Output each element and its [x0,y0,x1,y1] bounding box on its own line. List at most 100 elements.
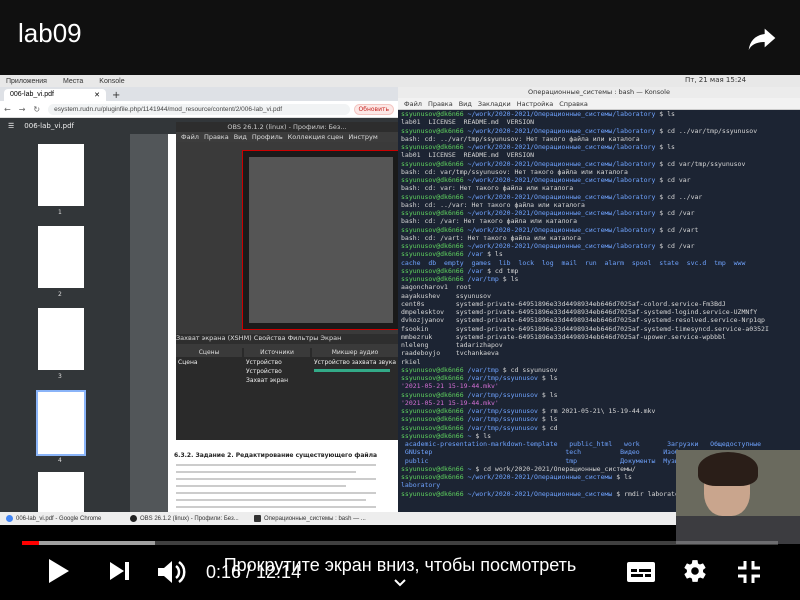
terminal-line: bash: cd: ../var/tmp/ssyunusov: Нет тако… [401,135,797,143]
pdf-thumbnail[interactable] [38,144,84,206]
terminal-text: public tmp Документы Музыка [401,456,687,465]
obs-menu-edit[interactable]: Правка [204,133,229,141]
konsole-menu-edit[interactable]: Правка [428,100,453,108]
terminal-prompt: ssyunusov@dk6n66 [401,365,468,374]
webcam-overlay [676,450,800,544]
terminal-text: cent0s systemd-private-64951896e33d44989… [401,299,726,308]
menu-places[interactable]: Места [63,78,83,85]
terminal-command: $ ls [537,415,558,424]
source-item[interactable]: Устройство [246,368,282,375]
taskbar-item-konsole[interactable]: Операционные_системы : bash — ... [254,515,372,522]
terminal-command: $ ls [655,110,675,118]
terminal-line: raadeboyjo tvchankaeva [401,349,797,357]
terminal-command: $ ls [537,374,558,382]
obs-menu-view[interactable]: Вид [234,133,247,141]
obs-menu-file[interactable]: Файл [181,133,199,141]
play-icon[interactable] [46,557,72,585]
taskbar-item-obs[interactable]: OBS 26.1.2 (linux) - Профили: Без... [130,515,248,522]
terminal-prompt: ssyunusov@dk6n66 [401,415,468,424]
terminal-command: $ cd ssyunusov [498,365,558,374]
obs-menu-tools[interactable]: Инструм [348,133,377,141]
terminal-text: aagoncharov1 root [401,283,472,292]
pdf-thumbnail-active[interactable] [36,390,86,456]
terminal-text: '2021-05-21 15-19-44.mkv' [401,398,499,407]
hamburger-icon[interactable]: ☰ [8,122,14,130]
next-icon[interactable] [108,560,132,582]
source-item[interactable]: Захват экран [246,377,288,384]
terminal-text: bash: cd: ../var/tmp/ssyunusov: Нет тако… [401,134,640,143]
fullscreen-icon[interactable] [736,559,762,585]
obs-menu-scenes[interactable]: Коллекция сцен [288,133,344,141]
thumb-number: 3 [58,373,62,380]
terminal-command: $ ls [612,473,632,481]
obs-preview-content [249,157,393,323]
terminal-prompt: ssyunusov@dk6n66 [401,275,468,283]
terminal-prompt: ssyunusov@dk6n66 [401,423,468,432]
close-tab-icon[interactable]: ✕ [94,91,100,99]
konsole-title: Операционные_системы : bash — Konsole [398,87,800,98]
update-button[interactable]: Обновить [353,103,394,115]
terminal-line: cache db empty games lib lock log mail r… [401,259,797,267]
volume-icon[interactable] [156,558,188,586]
konsole-menu-settings[interactable]: Настройка [517,100,553,108]
terminal-text: bash: cd: /var: Нет такого файла или кат… [401,217,578,226]
terminal-command: $ cd /var [655,242,695,250]
audio-meter [314,369,390,372]
chevron-down-icon[interactable] [393,578,407,588]
terminal-prompt: ssyunusov@dk6n66 [401,242,468,250]
konsole-menu-bookmarks[interactable]: Закладки [478,100,511,108]
terminal-line: ssyunusov@dk6n66 ~/work/2020-2021/Операц… [401,110,797,118]
terminal-text: nleleng tadarizhapov [401,341,503,349]
address-bar[interactable]: esystem.rudn.ru/pluginfile.php/1141944/m… [48,103,350,115]
taskbar-item-chrome[interactable]: 006-lab_vi.pdf - Google Chrome [6,515,124,522]
obs-preview[interactable] [242,150,398,330]
konsole-menu-help[interactable]: Справка [559,100,588,108]
terminal-line: ssyunusov@dk6n66 /var/tmp/ssyunusov $ ls [401,374,797,382]
terminal-line: ssyunusov@dk6n66 /var/tmp/ssyunusov $ rm… [401,407,797,415]
terminal-line: bash: cd: /vart: Нет такого файла или ка… [401,234,797,242]
terminal-text: mmbezruk systemd-private-64951896e33d449… [401,332,726,341]
terminal-text: laboratory [401,481,441,490]
menu-applications[interactable]: Приложения [6,78,47,85]
source-item[interactable]: Устройство [246,359,282,366]
pdf-thumbnail[interactable] [38,226,84,288]
pdf-thumbnails: 1 2 3 4 [0,134,130,525]
terminal-text: '2021-05-21 15-19-44.mkv' [401,382,499,391]
terminal-text: academic-presentation-markdown-template … [401,440,762,448]
settings-icon[interactable] [682,558,708,584]
back-icon[interactable]: ← [4,105,11,114]
forward-icon[interactable]: → [19,105,26,114]
gnome-top-bar: Приложения Места Konsole Пт, 21 мая 15:2… [0,75,800,87]
video-title[interactable]: lab09 [18,18,82,49]
terminal-output[interactable]: ssyunusov@dk6n66 ~/work/2020-2021/Операц… [401,110,797,498]
obs-menu-profile[interactable]: Профиль [252,133,283,141]
terminal-command: $ cd /var [655,209,695,217]
thumb-number: 1 [58,209,62,216]
terminal-command: $ cd [537,423,558,432]
pdf-section-heading: 6.3.2. Задание 2. Редактирование существ… [174,452,378,459]
konsole-menu-view[interactable]: Вид [459,100,472,108]
terminal-command: $ cd var [655,176,691,184]
pdf-thumbnail[interactable] [38,308,84,370]
terminal-prompt: ssyunusov@dk6n66 [401,110,468,118]
terminal-line: rkiel [401,358,797,366]
terminal-text: dvkozjyanov systemd-private-64951896e33d… [401,316,765,325]
share-icon[interactable] [746,22,778,54]
new-tab-icon[interactable]: + [112,90,120,101]
terminal-text: lab01 LICENSE README.md VERSION [401,151,535,160]
terminal-prompt: ssyunusov@dk6n66 [401,159,468,168]
subtitles-icon[interactable] [626,561,656,583]
reload-icon[interactable]: ↻ [33,105,40,114]
scenes-dock-title: Сцены [176,348,242,357]
obs-docks: Сцены Источники Микшер аудио Сцена Устро… [176,348,398,440]
video-title-bar: lab09 [0,0,800,75]
menu-konsole[interactable]: Konsole [99,78,124,85]
scene-item[interactable]: Сцена [178,359,198,366]
konsole-menu-file[interactable]: Файл [404,100,422,108]
terminal-path: ~/work/2020-2021/Операционные_системы/la… [467,225,656,234]
obs-source-toolbar[interactable]: Захват экрана (XSHM) Свойства Фильтры Эк… [176,334,398,344]
terminal-command: $ ls [537,390,558,399]
chrome-tab[interactable]: 006-lab_vi.pdf ✕ [4,89,106,101]
terminal-line: ssyunusov@dk6n66 ~ $ ls [401,432,797,440]
terminal-text: lab01 LICENSE README.md VERSION [401,118,535,127]
